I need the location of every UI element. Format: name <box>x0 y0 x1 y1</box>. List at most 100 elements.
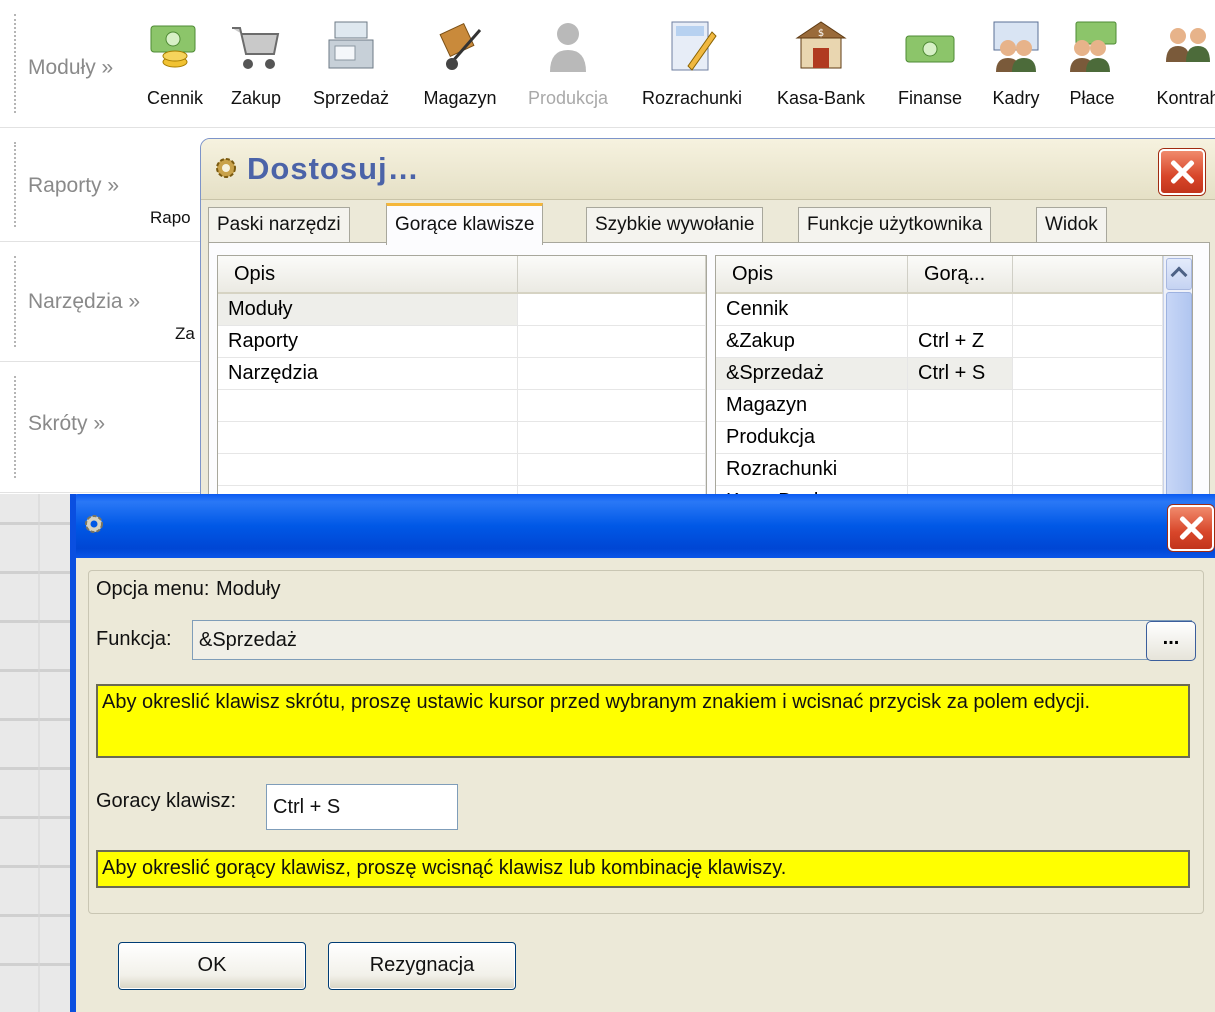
list-cell <box>1013 358 1163 389</box>
list-row[interactable]: Produkcja <box>716 422 1192 454</box>
list-cell <box>518 358 706 389</box>
customize-dialog: Dostosuj… Paski narzędzi Gorące klawisze… <box>200 138 1215 500</box>
function-field[interactable]: &Sprzedaż <box>192 620 1192 660</box>
list-cell <box>1013 422 1163 453</box>
column-header[interactable] <box>518 256 706 292</box>
list-header: Opis <box>218 256 706 294</box>
list-cell: Rozrachunki <box>716 454 908 485</box>
hotkey-label: Goracy klawisz: <box>96 790 237 812</box>
list-row[interactable]: &Sprzedaż Ctrl + S <box>716 358 1192 390</box>
module-finanse[interactable]: Finanse <box>885 18 975 109</box>
contractors-icon <box>1166 28 1210 62</box>
vertical-scrollbar[interactable] <box>1163 256 1192 499</box>
calculator-icon <box>671 21 717 71</box>
list-cell <box>908 294 1013 325</box>
shortcuts-row-label[interactable]: Skróty » <box>28 412 105 436</box>
cash-register-icon <box>328 21 374 69</box>
list-row[interactable]: Cennik <box>716 294 1192 326</box>
hotkey-field[interactable]: Ctrl + S <box>266 784 458 830</box>
module-label: Cennik <box>146 88 204 108</box>
menu-list[interactable]: Opis Moduły Raporty Narzędzia <box>217 255 707 499</box>
gear-icon <box>85 515 103 533</box>
module-kasa-bank[interactable]: $ Kasa-Bank <box>776 18 866 109</box>
module-label: Finanse <box>897 88 963 108</box>
banknote-icon <box>905 35 955 63</box>
module-rozrachunki[interactable]: Rozrachunki <box>642 18 742 109</box>
payroll-icon <box>1070 21 1117 72</box>
module-label: Sprzedaż <box>312 88 390 108</box>
list-cell: Cennik <box>716 294 908 325</box>
tools-row-label[interactable]: Narzędzia » <box>28 290 140 314</box>
list-row[interactable] <box>218 390 706 422</box>
module-magazyn[interactable]: Magazyn <box>415 18 505 109</box>
module-label: Kasa-Bank <box>776 88 866 108</box>
bank-icon: $ <box>795 21 847 69</box>
list-cell <box>518 390 706 421</box>
edit-hotkey-dialog: Opcja menu: Moduły Funkcja: &Sprzedaż ..… <box>70 494 1215 1012</box>
tab-user-functions[interactable]: Funkcje użytkownika <box>798 207 992 242</box>
reports-item-label[interactable]: Rapo <box>150 208 191 228</box>
column-header[interactable]: Opis <box>218 256 518 292</box>
edit-dialog-titlebar[interactable] <box>70 494 1215 558</box>
list-row[interactable]: Magazyn <box>716 390 1192 422</box>
list-cell: Magazyn <box>716 390 908 421</box>
module-produkcja[interactable]: Produkcja <box>523 18 613 109</box>
list-row[interactable]: Narzędzia <box>218 358 706 390</box>
scroll-up-button[interactable] <box>1166 258 1192 290</box>
list-row[interactable] <box>218 454 706 486</box>
module-zakup[interactable]: Zakup <box>211 18 301 109</box>
module-label: Rozrachunki <box>641 88 743 108</box>
list-cell: Ctrl + S <box>908 358 1013 389</box>
desktop-wallpaper <box>0 494 80 1012</box>
list-cell: Moduły <box>218 294 518 325</box>
column-header[interactable]: Gorą... <box>908 256 1013 292</box>
list-cell: Produkcja <box>716 422 908 453</box>
list-cell: Raporty <box>218 326 518 357</box>
menu-option-label: Opcja menu: <box>96 578 210 600</box>
staff-icon <box>993 21 1039 72</box>
tab-hotkeys[interactable]: Gorące klawisze <box>386 203 544 245</box>
price-list-icon <box>150 25 196 68</box>
scroll-thumb[interactable] <box>1166 292 1192 499</box>
column-header[interactable] <box>1013 256 1163 292</box>
list-row[interactable]: Raporty <box>218 326 706 358</box>
module-kontrahenci[interactable]: Kontrah <box>1143 18 1215 109</box>
hotkey-hint: Aby okreslić gorący klawisz, proszę wcis… <box>96 850 1190 888</box>
tab-quick-call[interactable]: Szybkie wywołanie <box>586 207 764 242</box>
reports-row-label[interactable]: Raporty » <box>28 174 119 198</box>
list-cell <box>908 422 1013 453</box>
shortcut-hint: Aby okreslić klawisz skrótu, proszę usta… <box>96 684 1190 758</box>
column-header[interactable]: Opis <box>716 256 908 292</box>
list-cell <box>218 454 518 485</box>
list-row[interactable]: &Zakup Ctrl + Z <box>716 326 1192 358</box>
tab-view[interactable]: Widok <box>1036 207 1107 242</box>
hotkeys-panel: Opis Moduły Raporty Narzędzia Opis Gorą.… <box>208 242 1210 499</box>
list-cell <box>908 390 1013 421</box>
module-label: Magazyn <box>423 88 497 108</box>
worker-icon <box>550 23 586 72</box>
cancel-button[interactable]: Rezygnacja <box>328 942 516 990</box>
list-cell: Narzędzia <box>218 358 518 389</box>
list-cell <box>218 390 518 421</box>
list-cell <box>1013 294 1163 325</box>
browse-button[interactable]: ... <box>1146 621 1196 661</box>
module-label: Kadry <box>992 88 1040 108</box>
list-row[interactable] <box>218 422 706 454</box>
tools-item-label[interactable]: Za <box>175 324 195 344</box>
module-sprzedaz[interactable]: Sprzedaż <box>306 18 396 109</box>
module-place[interactable]: Płace <box>1047 18 1137 109</box>
ok-button[interactable]: OK <box>118 942 306 990</box>
function-list[interactable]: Opis Gorą... Cennik &Zakup Ctrl + Z &Sprz… <box>715 255 1193 499</box>
module-cennik[interactable]: Cennik <box>130 18 220 109</box>
list-cell: &Zakup <box>716 326 908 357</box>
customize-dialog-titlebar[interactable]: Dostosuj… <box>201 139 1215 200</box>
list-cell <box>1013 390 1163 421</box>
modules-row-label[interactable]: Moduły » <box>28 56 113 80</box>
list-row[interactable]: Rozrachunki <box>716 454 1192 486</box>
close-button[interactable] <box>1168 505 1214 551</box>
function-label: Funkcja: <box>96 628 172 650</box>
tab-toolbars[interactable]: Paski narzędzi <box>208 207 350 242</box>
module-label: Zakup <box>230 88 282 108</box>
list-row[interactable]: Moduły <box>218 294 706 326</box>
close-button[interactable] <box>1159 149 1205 195</box>
